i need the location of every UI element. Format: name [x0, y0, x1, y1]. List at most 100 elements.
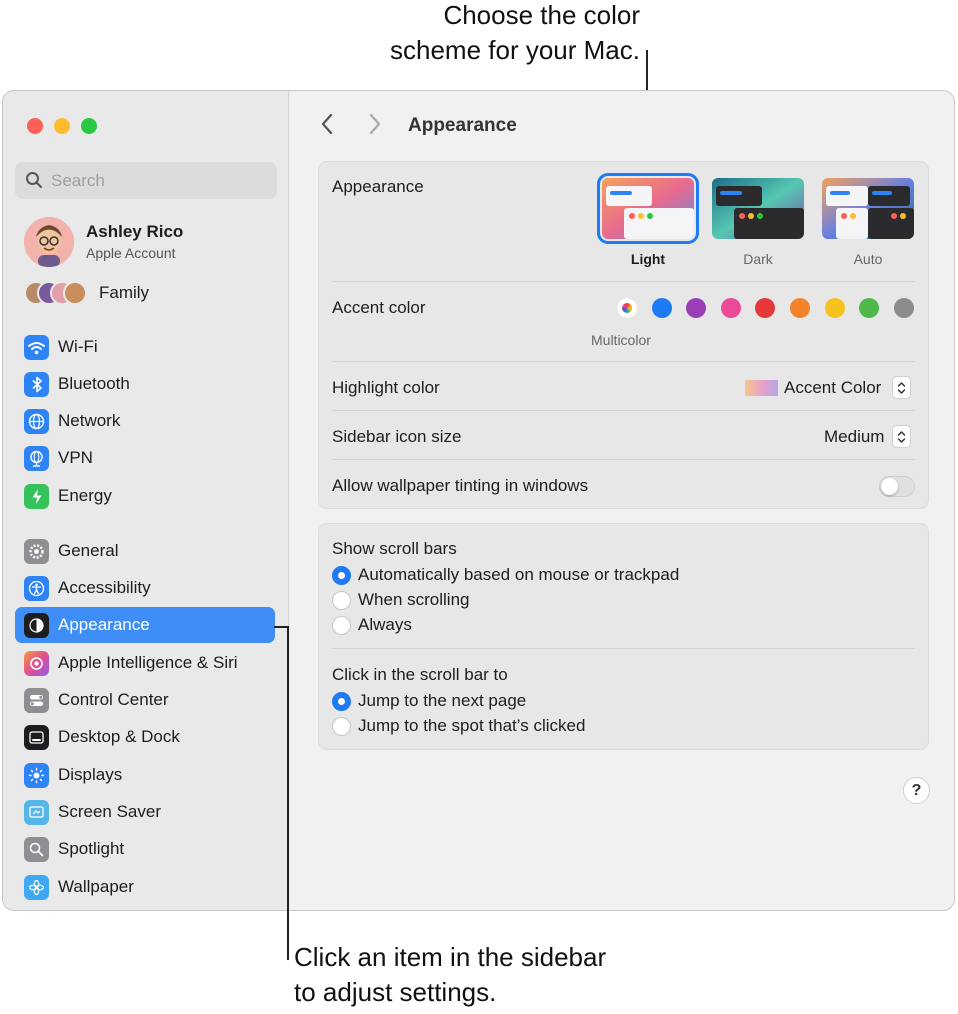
- sidebar-item-displays[interactable]: Displays: [15, 757, 275, 793]
- appearance-option-light[interactable]: [597, 173, 699, 244]
- back-button[interactable]: [320, 113, 334, 139]
- chevron-right-icon: [369, 113, 381, 135]
- appearance-label: Appearance: [332, 177, 424, 196]
- callout-line-1: Choose the color: [443, 0, 640, 30]
- highlight-color-stepper[interactable]: [892, 376, 911, 399]
- callout-line-1: Click an item in the sidebar: [294, 942, 607, 972]
- wifi-icon: [24, 335, 49, 360]
- sidebar-item-wallpaper[interactable]: Wallpaper: [15, 869, 275, 905]
- sidebar-item-screen-saver[interactable]: Screen Saver: [15, 794, 275, 830]
- sidebar-item-network[interactable]: Network: [15, 403, 275, 439]
- dock-icon: [24, 725, 49, 750]
- radio-scroll-always-label[interactable]: Always: [358, 615, 412, 635]
- vpn-globe-icon: [24, 446, 49, 471]
- close-button[interactable]: [27, 118, 43, 134]
- callout-line-2: to adjust settings.: [294, 977, 497, 1007]
- callout-line-2: scheme for your Mac.: [390, 35, 640, 65]
- spotlight-icon: [24, 837, 49, 862]
- main-pane: Appearance Appearance Light Dark Auto Ac…: [290, 91, 954, 910]
- accent-swatch-multicolor[interactable]: [617, 298, 637, 318]
- sidebar-item-label: Energy: [58, 486, 112, 505]
- accent-swatch-graphite[interactable]: [894, 298, 914, 318]
- accent-swatch-yellow[interactable]: [825, 298, 845, 318]
- search-icon: [25, 171, 43, 194]
- family-avatar: [63, 281, 87, 305]
- screen-saver-icon: [24, 800, 49, 825]
- family-item[interactable]: Family: [24, 281, 279, 305]
- accent-swatch-blue[interactable]: [652, 298, 672, 318]
- accent-swatch-orange[interactable]: [790, 298, 810, 318]
- wallpaper-tinting-label: Allow wallpaper tinting in windows: [332, 476, 589, 495]
- sidebar-item-label: Wi-Fi: [58, 337, 98, 356]
- sidebar-item-general[interactable]: General: [15, 533, 275, 569]
- chevron-updown-icon: [897, 430, 906, 443]
- sidebar-item-control-center[interactable]: Control Center: [15, 682, 275, 718]
- avatar: [24, 217, 74, 267]
- sidebar-item-label: Accessibility: [58, 578, 151, 597]
- bluetooth-icon: [24, 372, 49, 397]
- account-item[interactable]: Ashley Rico Apple Account: [24, 217, 279, 267]
- search-placeholder: Search: [51, 171, 105, 190]
- show-scroll-bars-label: Show scroll bars: [332, 539, 457, 558]
- sidebar-item-vpn[interactable]: VPN: [15, 440, 275, 476]
- appearance-option-auto[interactable]: [822, 178, 914, 239]
- callout-leader-bottom-h: [274, 626, 288, 628]
- minimize-button[interactable]: [54, 118, 70, 134]
- appearance-option-label: Light: [630, 251, 666, 267]
- appearance-settings-group: Appearance Light Dark Auto Accent color …: [318, 161, 929, 509]
- toggle-knob: [881, 478, 898, 495]
- highlight-color-label: Highlight color: [332, 378, 440, 397]
- radio-scroll-auto-label[interactable]: Automatically based on mouse or trackpad: [358, 565, 679, 585]
- accent-selected-label: Multicolor: [591, 332, 651, 348]
- appearance-option-label: Dark: [743, 251, 773, 267]
- sidebar-item-label: Displays: [58, 765, 123, 784]
- sidebar-item-wifi[interactable]: Wi-Fi: [15, 329, 275, 365]
- radio-scroll-always[interactable]: [332, 616, 351, 635]
- sidebar-item-accessibility[interactable]: Accessibility: [15, 570, 275, 606]
- page-title: Appearance: [408, 115, 517, 136]
- sidebar-item-energy[interactable]: Energy: [15, 478, 275, 514]
- radio-jump-to-spot-label[interactable]: Jump to the spot that’s clicked: [358, 716, 585, 736]
- radio-scroll-when-scrolling-label[interactable]: When scrolling: [358, 590, 470, 610]
- help-button[interactable]: ?: [903, 777, 930, 804]
- sidebar: Search Ashley Rico Apple Account Family …: [3, 91, 289, 910]
- sidebar-icon-size-stepper[interactable]: [892, 425, 911, 448]
- wallpaper-tinting-toggle[interactable]: [879, 476, 915, 497]
- highlight-color-popup[interactable]: Accent Color: [784, 378, 881, 398]
- sidebar-item-spotlight[interactable]: Spotlight: [15, 831, 275, 867]
- divider: [332, 459, 915, 460]
- forward-button[interactable]: [368, 113, 382, 139]
- sidebar-item-apple-intelligence-siri[interactable]: Apple Intelligence & Siri: [15, 645, 275, 681]
- appearance-option-label: Auto: [853, 251, 883, 267]
- scroll-bars-group: Show scroll bars Automatically based on …: [318, 523, 929, 750]
- highlight-color-preview: [745, 380, 778, 396]
- sidebar-item-label: Apple Intelligence & Siri: [58, 653, 238, 672]
- radio-scroll-auto[interactable]: [332, 566, 351, 585]
- accent-swatch-pink[interactable]: [721, 298, 741, 318]
- sidebar-item-label: Wallpaper: [58, 877, 134, 896]
- sidebar-item-appearance[interactable]: Appearance: [15, 607, 275, 643]
- divider: [332, 410, 915, 411]
- sidebar-item-label: Screen Saver: [58, 802, 161, 821]
- search-input[interactable]: Search: [15, 162, 277, 199]
- sidebar-item-desktop-dock[interactable]: Desktop & Dock: [15, 719, 275, 755]
- accent-swatch-red[interactable]: [755, 298, 775, 318]
- appearance-option-dark[interactable]: [712, 178, 804, 239]
- sidebar-icon-size-popup[interactable]: Medium: [824, 427, 884, 447]
- sidebar-item-bluetooth[interactable]: Bluetooth: [15, 366, 275, 402]
- callout-color-scheme: Choose the color scheme for your Mac.: [300, 0, 640, 68]
- accent-swatch-green[interactable]: [859, 298, 879, 318]
- siri-icon: [24, 651, 49, 676]
- radio-jump-to-spot[interactable]: [332, 717, 351, 736]
- sun-icon: [24, 763, 49, 788]
- radio-jump-next-page[interactable]: [332, 692, 351, 711]
- zoom-button[interactable]: [81, 118, 97, 134]
- globe-icon: [24, 409, 49, 434]
- accent-swatch-purple[interactable]: [686, 298, 706, 318]
- settings-window: Search Ashley Rico Apple Account Family …: [2, 90, 955, 911]
- callout-leader-bottom-v: [287, 626, 289, 960]
- sidebar-icon-size-label: Sidebar icon size: [332, 427, 462, 446]
- click-scroll-bar-label: Click in the scroll bar to: [332, 665, 508, 684]
- radio-scroll-when-scrolling[interactable]: [332, 591, 351, 610]
- radio-jump-next-page-label[interactable]: Jump to the next page: [358, 691, 526, 711]
